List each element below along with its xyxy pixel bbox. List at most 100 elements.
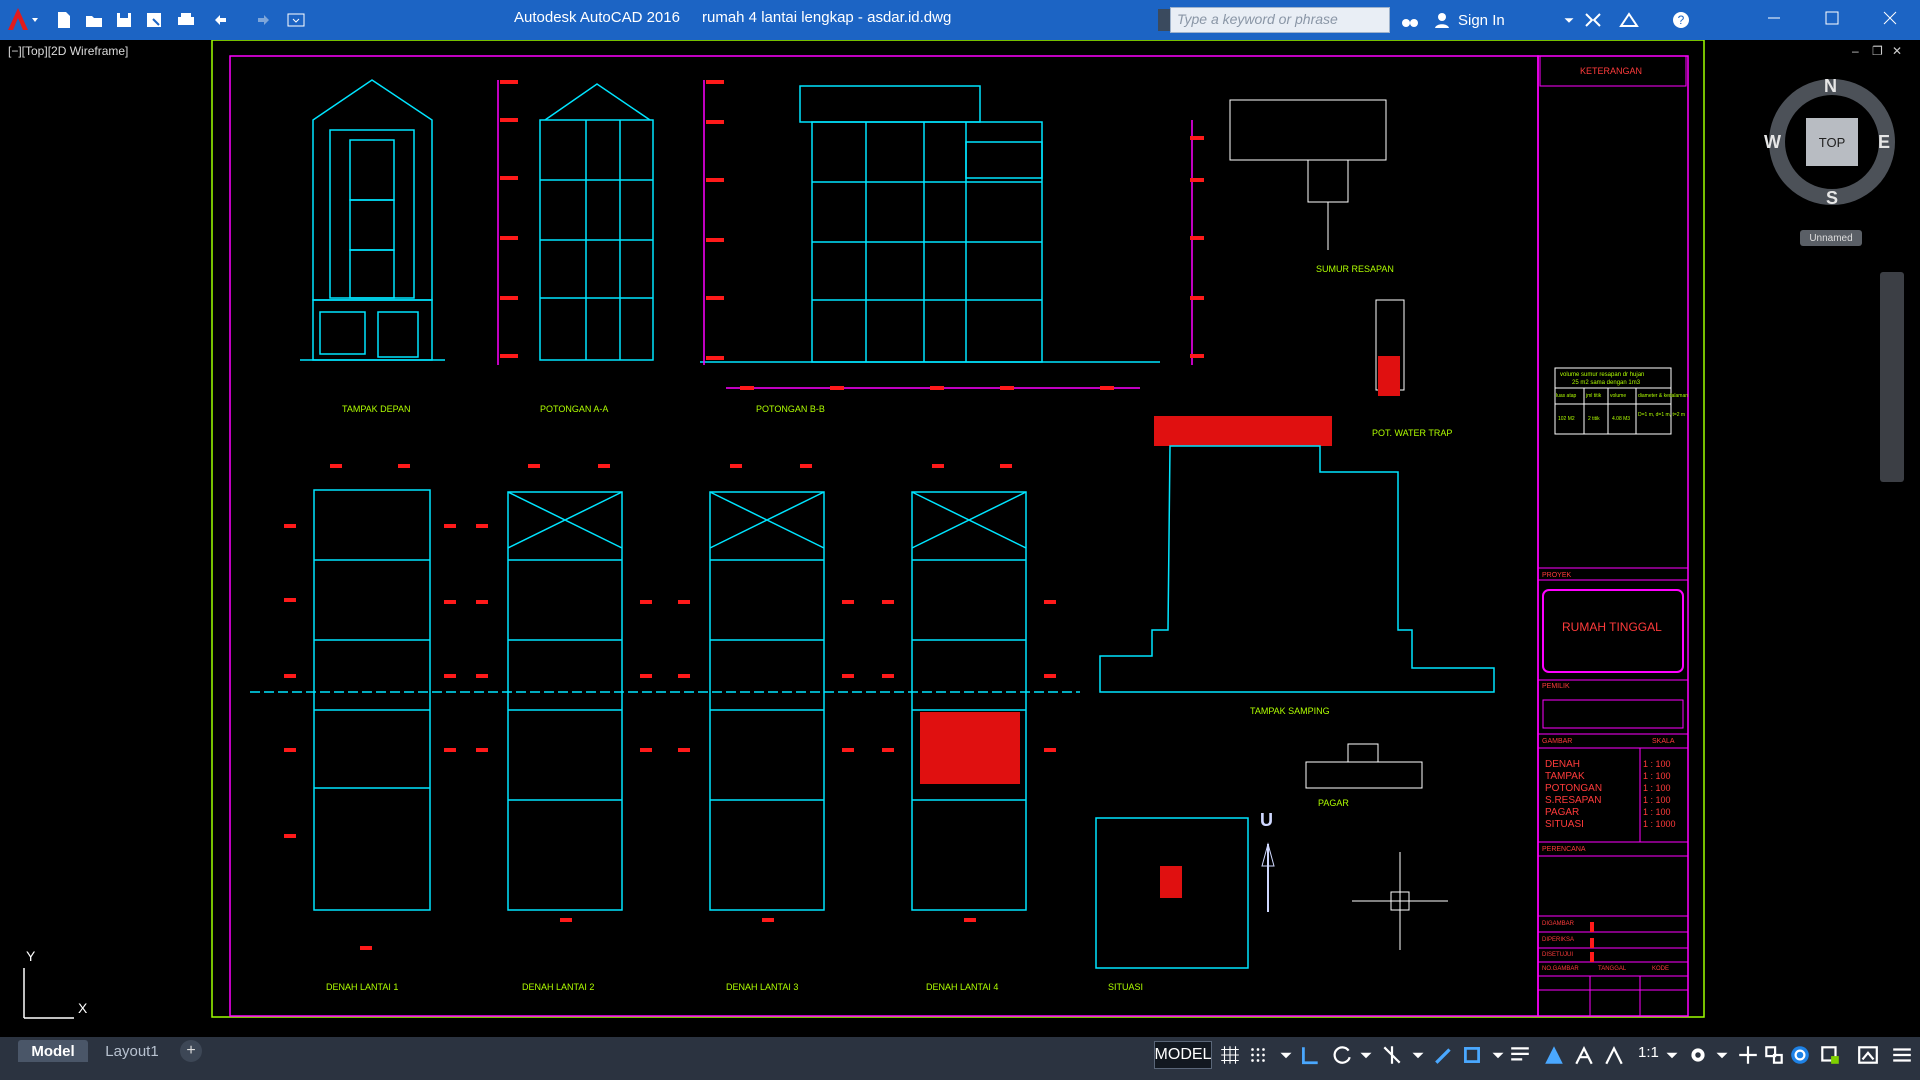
- label-sumur-resapan: SUMUR RESAPAN: [1316, 264, 1394, 274]
- tb-kode: KODE: [1652, 966, 1670, 972]
- help-icon[interactable]: ?: [1664, 9, 1698, 31]
- annotation-visibility-icon[interactable]: [1572, 1043, 1596, 1067]
- quick-properties-icon[interactable]: [1788, 1043, 1812, 1067]
- water-table-header-3: volume: [1610, 393, 1627, 399]
- tb-item-6: SITUASI: [1545, 819, 1584, 830]
- floor-4-red-tile: [920, 712, 1020, 784]
- auto-scale-icon[interactable]: [1602, 1043, 1626, 1067]
- owner-box: [1542, 699, 1684, 729]
- tb-perencana: PERENCANA: [1542, 846, 1586, 853]
- undo-icon[interactable]: [204, 9, 238, 31]
- svg-text:?: ?: [1678, 13, 1685, 27]
- minimize-button[interactable]: [1745, 0, 1803, 36]
- grid-icon[interactable]: [1218, 1043, 1242, 1067]
- customization-menu-icon[interactable]: [1890, 1043, 1914, 1067]
- plot-icon[interactable]: [174, 9, 198, 31]
- save-icon[interactable]: [112, 9, 136, 31]
- status-bar: [0, 1037, 1920, 1080]
- floor-plan-dim-markers: [284, 464, 1056, 950]
- tb-scale-6: 1 : 1000: [1643, 819, 1676, 829]
- label-denah-lantai-3: DENAH LANTAI 3: [726, 982, 799, 992]
- osnap-dropdown-icon[interactable]: [1486, 1043, 1510, 1067]
- maximize-button[interactable]: [1803, 0, 1861, 36]
- snap-icon[interactable]: [1246, 1043, 1270, 1067]
- water-table-cell-1: 102 M2: [1558, 416, 1575, 422]
- open-icon[interactable]: [82, 9, 106, 31]
- tb-gambar: GAMBAR: [1542, 738, 1573, 745]
- snap-dropdown-icon[interactable]: [1274, 1043, 1298, 1067]
- search-input[interactable]: Type a keyword or phrase: [1170, 7, 1390, 33]
- exchange-apps-icon[interactable]: [1580, 9, 1606, 31]
- floor-plans: [250, 489, 1080, 911]
- fence-detail: [1305, 743, 1423, 789]
- units-icon[interactable]: [1762, 1043, 1786, 1067]
- isodraft-icon[interactable]: [1380, 1043, 1404, 1067]
- tb-no-gambar: NO.GAMBAR: [1542, 966, 1579, 972]
- save-as-icon[interactable]: [142, 9, 166, 31]
- redo-icon[interactable]: [246, 9, 280, 31]
- water-table-cell-4: D=1 m, d=1 m, t=2 m: [1638, 412, 1686, 418]
- tb-scale-3: 1 : 100: [1643, 783, 1671, 793]
- viewcube-north[interactable]: N: [1824, 76, 1837, 97]
- water-table-header-1: luas atap: [1556, 393, 1577, 399]
- dimension-markers: [500, 80, 1204, 390]
- sign-in-button[interactable]: Sign In: [1432, 8, 1505, 32]
- label-denah-lantai-2: DENAH LANTAI 2: [522, 982, 595, 992]
- lineweight-icon[interactable]: [1508, 1043, 1532, 1067]
- annotate-plus-icon[interactable]: [1736, 1043, 1760, 1067]
- viewcube-west[interactable]: W: [1764, 132, 1781, 153]
- floor-plan-4: [911, 491, 1027, 911]
- polar-dropdown-icon[interactable]: [1354, 1043, 1378, 1067]
- water-table-caption-2: 25 m2 sama dengan 1m3: [1572, 380, 1641, 386]
- viewcube-top-face[interactable]: TOP: [1806, 118, 1858, 166]
- add-layout-button[interactable]: +: [180, 1040, 202, 1062]
- tab-layout1[interactable]: Layout1: [96, 1040, 168, 1062]
- tb-scale-4: 1 : 100: [1643, 795, 1671, 805]
- annotation-monitor-icon[interactable]: [1542, 1043, 1566, 1067]
- water-table-header-2: jml titik: [1586, 393, 1602, 399]
- tb-digambar: DIGAMBAR: [1542, 921, 1575, 927]
- scale-dropdown-icon[interactable]: [1660, 1043, 1684, 1067]
- outer-frame: [211, 40, 1705, 1018]
- well-section: [1229, 99, 1405, 391]
- annotation-scale-value[interactable]: 1:1: [1638, 1044, 1659, 1061]
- new-icon[interactable]: [52, 9, 76, 31]
- viewcube-east[interactable]: E: [1878, 132, 1890, 153]
- close-button[interactable]: [1861, 0, 1919, 36]
- water-table-cell-2: 2 titik: [1588, 416, 1600, 422]
- model-space-button[interactable]: MODEL: [1154, 1041, 1212, 1069]
- search-expand-icon[interactable]: [1158, 9, 1170, 31]
- water-table-cell-3: 4.08 M3: [1612, 416, 1631, 422]
- viewcube-south[interactable]: S: [1826, 188, 1838, 209]
- ortho-icon[interactable]: [1298, 1043, 1322, 1067]
- autodesk-360-icon[interactable]: [1614, 9, 1644, 31]
- isodraft-dropdown-icon[interactable]: [1406, 1043, 1430, 1067]
- label-situasi: SITUASI: [1108, 982, 1144, 992]
- label-pagar: PAGAR: [1318, 798, 1349, 808]
- object-snap-icon[interactable]: [1460, 1043, 1484, 1067]
- label-potongan-aa: POTONGAN A-A: [540, 404, 609, 414]
- isolate-objects-icon[interactable]: [1856, 1043, 1880, 1067]
- label-denah-lantai-4: DENAH LANTAI 4: [926, 982, 999, 992]
- workspace-gear-icon[interactable]: [1686, 1043, 1710, 1067]
- ucs-icon: [23, 968, 74, 1019]
- site-marker: [1160, 866, 1182, 898]
- inner-frame: [229, 55, 1539, 1017]
- front-elevation: [300, 79, 445, 361]
- tb-item-4: S.RESAPAN: [1545, 795, 1602, 806]
- customize-toolbar-icon[interactable]: [284, 9, 308, 31]
- polar-tracking-icon[interactable]: [1330, 1043, 1354, 1067]
- sign-in-dropdown-icon[interactable]: [1560, 9, 1578, 31]
- user-icon: [1435, 13, 1449, 28]
- navigation-bar[interactable]: [1880, 272, 1904, 482]
- lock-ui-icon[interactable]: [1818, 1043, 1842, 1067]
- workspace-dropdown-icon[interactable]: [1710, 1043, 1734, 1067]
- autocad-logo-button[interactable]: [2, 4, 44, 36]
- object-snap-tracking-icon[interactable]: [1432, 1043, 1456, 1067]
- ucs-menu[interactable]: Unnamed: [1800, 230, 1862, 246]
- label-denah-lantai-1: DENAH LANTAI 1: [326, 982, 399, 992]
- tab-model[interactable]: Model: [18, 1040, 88, 1062]
- binoculars-icon[interactable]: [1398, 9, 1422, 31]
- app-title: Autodesk AutoCAD 2016: [514, 9, 680, 26]
- floor-plan-1: [313, 489, 431, 911]
